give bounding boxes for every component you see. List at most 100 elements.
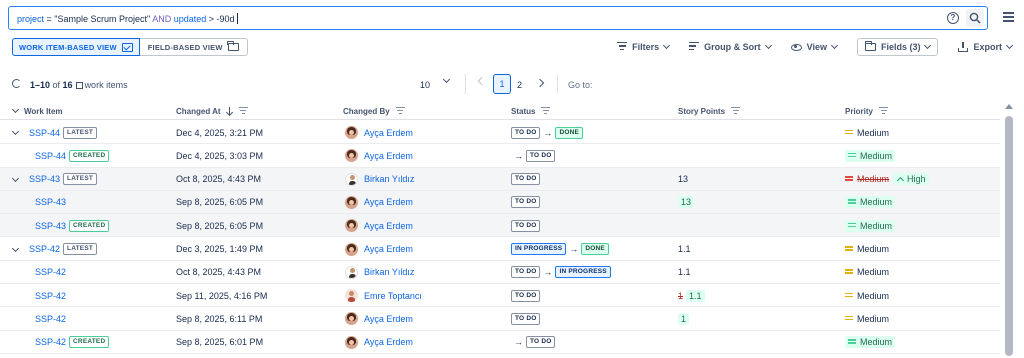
avatar[interactable]: [345, 312, 358, 326]
table-row[interactable]: SSP-42 CREATED Sep 8, 2025, 6:01 PM Ayça Er…: [0, 331, 1000, 354]
chevron-down-icon: [924, 41, 932, 50]
user-link[interactable]: Emre Toptancı: [364, 291, 422, 301]
avatar[interactable]: [345, 242, 358, 256]
jql-query[interactable]: project = "Sample Scrum Project" AND upd…: [17, 13, 238, 24]
search-button[interactable]: [966, 9, 984, 27]
changed-by-cell: Ayça Erdem: [345, 331, 413, 354]
user-link[interactable]: Ayça Erdem: [364, 314, 413, 324]
page-1-button[interactable]: 1: [493, 74, 511, 94]
story-points-value: 13: [678, 174, 689, 185]
chevron-down-icon[interactable]: [11, 244, 20, 252]
chevron-down-icon[interactable]: [11, 174, 20, 182]
work-item-key-link[interactable]: SSP-42: [35, 337, 66, 347]
work-item-key-link[interactable]: SSP-42: [35, 291, 66, 301]
table-row[interactable]: SSP-42 LATEST Dec 3, 2025, 1:49 PM Ayça Erd…: [0, 238, 1000, 261]
avatar[interactable]: [345, 172, 358, 186]
work-item-key-link[interactable]: SSP-44: [35, 151, 66, 161]
avatar[interactable]: [345, 195, 358, 209]
column-menu-icon[interactable]: [879, 107, 889, 116]
chevron-down-icon[interactable]: [11, 105, 20, 114]
column-story-points[interactable]: Story Points: [678, 107, 741, 116]
user-link[interactable]: Birkan Yıldız: [364, 267, 414, 277]
column-changed-by[interactable]: Changed By: [343, 107, 405, 116]
avatar[interactable]: [345, 265, 358, 279]
help-icon[interactable]: ?: [947, 12, 959, 24]
avatar[interactable]: [345, 219, 358, 233]
prev-page-icon[interactable]: [477, 76, 487, 86]
page-2-button[interactable]: 2: [517, 80, 522, 90]
priority-label: Medium: [857, 127, 890, 138]
status-from-lozenge: TO DO: [511, 126, 541, 139]
group-sort-button[interactable]: Group & Sort: [689, 38, 772, 56]
priority-medium-icon: [848, 152, 856, 159]
eye-icon: [790, 43, 802, 51]
work-item-key-link[interactable]: SSP-43: [35, 197, 66, 207]
column-menu-icon[interactable]: [238, 107, 248, 116]
table-row[interactable]: SSP-43 LATEST Oct 8, 2025, 4:43 PM Birkan Y…: [0, 167, 1000, 191]
avatar[interactable]: [345, 149, 358, 163]
column-priority[interactable]: Priority: [845, 107, 889, 116]
export-button[interactable]: Export: [958, 38, 1014, 56]
more-menu-icon[interactable]: [1003, 12, 1014, 24]
work-item-key-link[interactable]: SSP-42: [35, 267, 66, 277]
jql-search-input[interactable]: project = "Sample Scrum Project" AND upd…: [8, 6, 988, 30]
user-link[interactable]: Ayça Erdem: [364, 151, 413, 161]
priority-cell: Medium: [845, 214, 896, 237]
column-changed-at[interactable]: Changed At: [176, 107, 248, 116]
status-cell: TO DO: [511, 168, 541, 191]
column-menu-icon[interactable]: [731, 107, 741, 116]
table-row[interactable]: SSP-44 LATEST Dec 4, 2025, 3:21 PM Ayça Erd…: [0, 121, 1000, 145]
table-row[interactable]: SSP-43 Sep 8, 2025, 6:05 PM Ayça Erdem TO D…: [0, 190, 1000, 215]
column-status[interactable]: Status: [511, 107, 551, 116]
user-link[interactable]: Ayça Erdem: [364, 128, 413, 138]
work-item-key-link[interactable]: SSP-42: [29, 244, 60, 254]
user-link[interactable]: Ayça Erdem: [364, 244, 413, 254]
work-item-view-button[interactable]: WORK ITEM-BASED VIEW: [12, 38, 140, 56]
avatar[interactable]: [345, 289, 358, 303]
table-row[interactable]: SSP-42 Oct 8, 2025, 4:43 PM Birkan Yıldız T…: [0, 261, 1000, 285]
work-item-key-link[interactable]: SSP-44: [29, 128, 60, 138]
per-page-select[interactable]: 10: [420, 80, 430, 90]
filters-button[interactable]: Filters: [617, 38, 671, 56]
scroll-up-icon[interactable]: [1005, 104, 1013, 109]
avatar[interactable]: [345, 335, 358, 349]
external-link-icon[interactable]: [75, 82, 83, 89]
chevron-down-icon[interactable]: [442, 75, 451, 84]
changed-at-cell: Oct 8, 2025, 4:43 PM: [176, 267, 262, 278]
column-changed-by-label: Changed By: [343, 107, 390, 116]
table-row[interactable]: SSP-42 Sep 11, 2025, 4:16 PM Emre Toptancı…: [0, 284, 1000, 308]
work-item-view-label: WORK ITEM-BASED VIEW: [19, 42, 117, 52]
status-to-lozenge: DONE: [581, 243, 609, 255]
refresh-icon[interactable]: [12, 79, 21, 88]
column-menu-icon[interactable]: [541, 107, 551, 116]
chevron-down-icon[interactable]: [11, 127, 20, 136]
column-menu-icon[interactable]: [395, 107, 405, 116]
vertical-scrollbar[interactable]: [1005, 104, 1013, 356]
table-row[interactable]: SSP-44 CREATED Dec 4, 2025, 3:03 PM Ayça Er…: [0, 144, 1000, 168]
work-item-key-link[interactable]: SSP-42: [35, 314, 66, 324]
priority-new: Medium: [845, 149, 896, 162]
priority-cell: Medium: [845, 307, 889, 330]
jql-field-updated: updated: [173, 14, 207, 24]
fields-button[interactable]: Fields (3): [856, 38, 939, 56]
change-badge: LATEST: [63, 126, 98, 139]
items-suffix[interactable]: work items: [85, 80, 128, 90]
view-button[interactable]: View: [790, 38, 839, 56]
priority-label: Medium: [860, 197, 893, 208]
table-row[interactable]: SSP-43 CREATED Sep 8, 2025, 6:05 PM Ayça Er…: [0, 214, 1000, 238]
next-page-icon[interactable]: [535, 78, 545, 88]
user-link[interactable]: Ayça Erdem: [364, 221, 413, 231]
user-link[interactable]: Ayça Erdem: [364, 337, 413, 347]
scrollbar-thumb[interactable]: [1005, 116, 1013, 356]
avatar[interactable]: [345, 126, 358, 139]
table-row[interactable]: SSP-42 Sep 8, 2025, 6:11 PM Ayça Erdem TO D…: [0, 307, 1000, 331]
sort-arrow-down-icon[interactable]: [227, 107, 233, 116]
status-cell: TO DO → DONE: [511, 121, 584, 144]
changed-by-cell: Ayça Erdem: [345, 121, 413, 144]
work-item-key-link[interactable]: SSP-43: [29, 174, 60, 184]
work-item-key-link[interactable]: SSP-43: [35, 221, 66, 231]
field-view-button[interactable]: FIELD-BASED VIEW: [139, 38, 248, 56]
user-link[interactable]: Ayça Erdem: [364, 197, 413, 207]
user-link[interactable]: Birkan Yıldız: [364, 174, 414, 184]
column-work-item[interactable]: Work Item: [11, 105, 63, 116]
